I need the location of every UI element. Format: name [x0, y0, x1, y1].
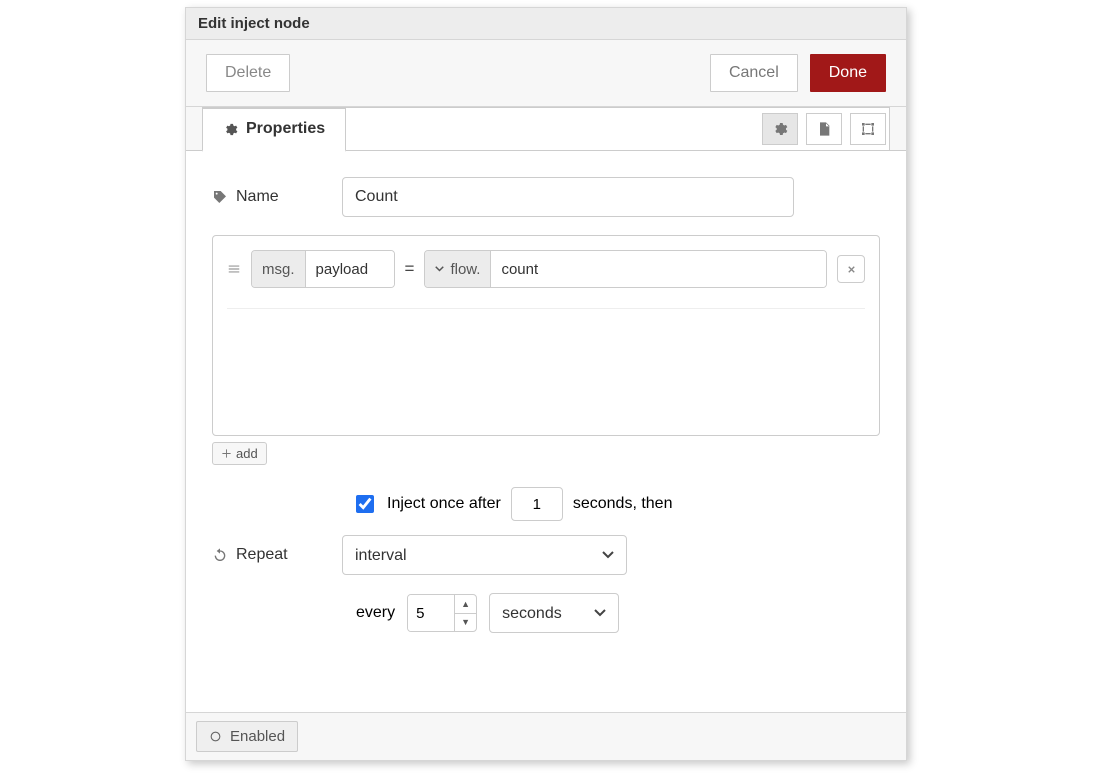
tabs-row: Properties — [186, 107, 906, 151]
tag-icon — [212, 189, 228, 205]
enabled-label: Enabled — [230, 728, 285, 745]
tab-description-button[interactable] — [806, 113, 842, 145]
refresh-icon — [212, 547, 228, 563]
drag-handle-icon[interactable] — [227, 262, 241, 276]
every-label: every — [356, 604, 395, 622]
name-label-text: Name — [236, 188, 279, 206]
appearance-icon — [860, 121, 876, 137]
document-icon — [816, 121, 832, 137]
remove-row-button[interactable] — [837, 255, 865, 283]
payload-row: msg. = flow. — [227, 250, 865, 309]
circle-icon — [209, 730, 222, 743]
enabled-toggle-button[interactable]: Enabled — [196, 721, 298, 752]
msg-typedinput[interactable]: msg. — [251, 250, 395, 288]
msg-prefix[interactable]: msg. — [252, 251, 306, 287]
add-button-label: add — [236, 446, 258, 461]
equals-sign: = — [405, 259, 415, 279]
stepper-down-icon[interactable]: ▼ — [455, 614, 476, 632]
plus-icon — [221, 448, 232, 459]
inject-once-suffix: seconds, then — [573, 495, 673, 513]
name-input[interactable] — [342, 177, 794, 217]
chevron-down-icon — [435, 266, 444, 272]
value-type-selector[interactable]: flow. — [425, 251, 491, 287]
repeat-label: Repeat — [212, 546, 342, 564]
dialog-title: Edit inject node — [186, 8, 906, 40]
repeat-mode-select[interactable]: interval — [342, 535, 627, 575]
cancel-button[interactable]: Cancel — [710, 54, 798, 92]
dialog-footer: Enabled — [186, 712, 906, 760]
gear-icon — [223, 122, 238, 137]
value-typedinput[interactable]: flow. — [424, 250, 827, 288]
every-value-field[interactable] — [408, 595, 454, 631]
tab-properties[interactable]: Properties — [202, 108, 346, 152]
properties-panel: Name msg. = flow. — [186, 151, 906, 741]
value-field-input[interactable] — [491, 251, 826, 287]
tab-properties-label: Properties — [246, 120, 325, 138]
inject-once-delay-input[interactable] — [511, 487, 563, 521]
tab-appearance-button[interactable] — [850, 113, 886, 145]
done-button[interactable]: Done — [810, 54, 886, 92]
inject-once-checkbox[interactable] — [356, 495, 374, 513]
tab-settings-button[interactable] — [762, 113, 798, 145]
stepper-up-icon[interactable]: ▲ — [455, 595, 476, 614]
inject-once-label: Inject once after — [387, 495, 501, 513]
name-label: Name — [212, 188, 342, 206]
repeat-label-text: Repeat — [236, 546, 288, 564]
close-icon — [846, 264, 857, 275]
dialog-button-bar: Delete Cancel Done — [186, 40, 906, 107]
gear-icon — [772, 121, 788, 137]
msg-field-input[interactable] — [306, 251, 394, 287]
every-value-input[interactable]: ▲ ▼ — [407, 594, 477, 632]
edit-inject-node-dialog: Edit inject node Delete Cancel Done Prop… — [185, 7, 907, 761]
delete-button[interactable]: Delete — [206, 54, 290, 92]
every-unit-select[interactable]: seconds — [489, 593, 619, 633]
value-type-prefix: flow. — [450, 261, 480, 278]
add-row-button[interactable]: add — [212, 442, 267, 465]
payload-listbox: msg. = flow. — [212, 235, 880, 436]
